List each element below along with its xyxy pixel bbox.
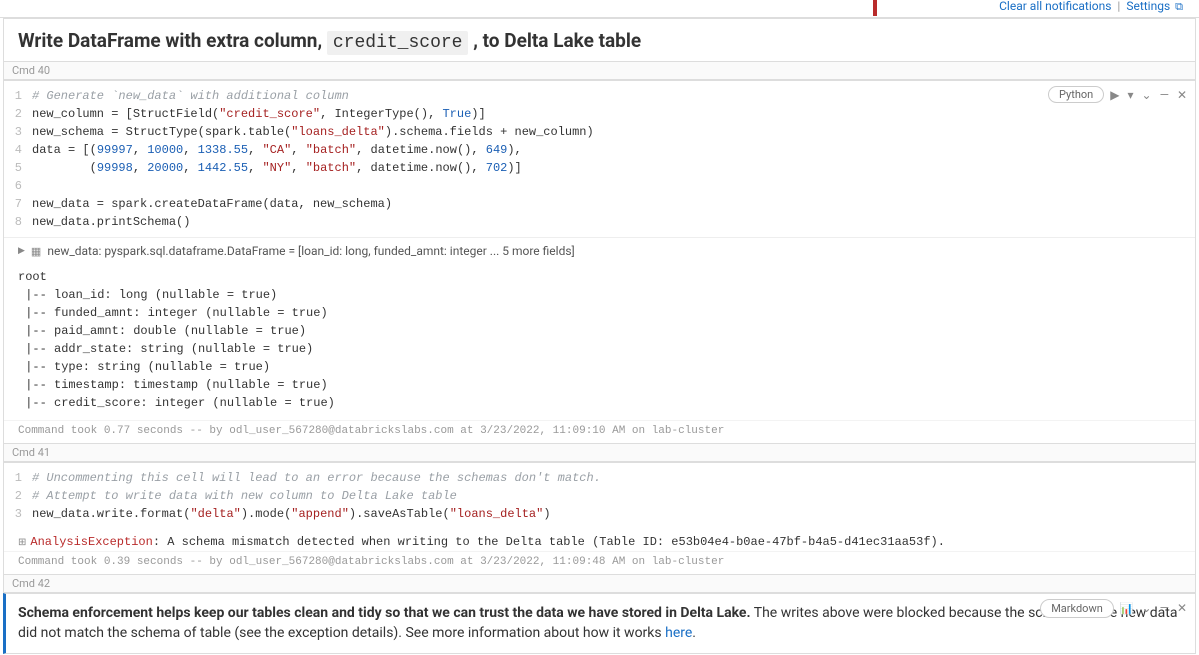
cell-cmd41: 1 2 3 # Uncommenting this cell will lead…	[3, 462, 1196, 575]
toolbar-icons: ▶ ▾ ⌄ — ✕	[1110, 88, 1187, 102]
code-editor[interactable]: 1 2 3 # Uncommenting this cell will lead…	[4, 463, 1195, 529]
minimize-icon[interactable]: —	[1160, 88, 1169, 102]
language-pill[interactable]: Python	[1048, 86, 1104, 103]
command-status: Command took 0.77 seconds -- by odl_user…	[4, 420, 1195, 443]
output-meta-block: ▶ ▦ new_data: pyspark.sql.dataframe.Data…	[4, 237, 1195, 264]
close-icon[interactable]: ✕	[1177, 88, 1187, 102]
expand-error-icon[interactable]: ⊞	[18, 538, 26, 549]
command-status: Command took 0.39 seconds -- by odl_user…	[4, 551, 1195, 574]
chevron-down-icon[interactable]: ⌄	[1142, 88, 1152, 102]
cell-toolbar: Markdown 📊 ⌄ — ✕	[1040, 599, 1187, 618]
output-variable-summary: new_data: pyspark.sql.dataframe.DataFram…	[47, 244, 574, 258]
markdown-paragraph: Schema enforcement helps keep our tables…	[18, 604, 1181, 643]
title-prefix: Write DataFrame with extra column,	[18, 29, 327, 52]
minimize-icon[interactable]: —	[1160, 600, 1169, 617]
schema-output: root |-- loan_id: long (nullable = true)…	[4, 264, 1195, 420]
code-lines: # Uncommenting this cell will lead to an…	[32, 469, 1195, 523]
chart-icon[interactable]: 📊	[1120, 601, 1134, 616]
markdown-text: .	[692, 625, 696, 641]
title-heading: Write DataFrame with extra column, credi…	[18, 29, 1181, 53]
cmd-label-40: Cmd 40	[3, 62, 1196, 80]
settings-link[interactable]: Settings	[1126, 0, 1170, 13]
here-link[interactable]: here	[665, 625, 692, 641]
line-gutter: 1 2 3 4 5 6 7 8	[4, 87, 32, 231]
notification-bar: Clear all notifications | Settings ⧉	[0, 0, 1199, 18]
external-link-icon[interactable]: ⧉	[1175, 0, 1183, 13]
table-icon[interactable]: ▦	[31, 245, 41, 258]
markdown-bold: Schema enforcement helps keep our tables…	[18, 605, 751, 621]
separator: |	[1117, 0, 1120, 13]
title-suffix: , to Delta Lake table	[468, 29, 641, 52]
line-gutter: 1 2 3	[4, 469, 32, 523]
error-output: ⊞ AnalysisException: A schema mismatch de…	[4, 529, 1195, 551]
title-cell: Write DataFrame with extra column, credi…	[3, 18, 1196, 62]
exception-name: AnalysisException	[30, 535, 152, 549]
expand-triangle-icon[interactable]: ▶	[18, 246, 25, 256]
notification-accent	[873, 0, 877, 16]
cell-toolbar: Python ▶ ▾ ⌄ — ✕	[1048, 86, 1187, 103]
notification-links: Clear all notifications | Settings ⧉	[999, 0, 1199, 14]
exception-message: : A schema mismatch detected when writin…	[153, 535, 945, 549]
markdown-cell: Markdown 📊 ⌄ — ✕ Schema enforcement help…	[3, 593, 1196, 654]
code-lines: # Generate `new_data` with additional co…	[32, 87, 1195, 231]
run-icon[interactable]: ▶	[1110, 88, 1119, 102]
cmd-label-42: Cmd 42	[3, 575, 1196, 593]
language-pill[interactable]: Markdown	[1040, 599, 1114, 618]
close-icon[interactable]: ✕	[1177, 600, 1187, 617]
clear-notifications-link[interactable]: Clear all notifications	[999, 0, 1111, 13]
title-code: credit_score	[327, 31, 469, 55]
cell-cmd40: Python ▶ ▾ ⌄ — ✕ 1 2 3 4 5 6 7 8 # Genera…	[3, 80, 1196, 444]
cmd-label-41: Cmd 41	[3, 444, 1196, 462]
chevron-down-icon[interactable]: ⌄	[1142, 600, 1152, 617]
menu-down-icon[interactable]: ▾	[1127, 88, 1133, 102]
code-editor[interactable]: 1 2 3 4 5 6 7 8 # Generate `new_data` wi…	[4, 81, 1195, 237]
toolbar-icons: 📊 ⌄ — ✕	[1120, 600, 1187, 617]
